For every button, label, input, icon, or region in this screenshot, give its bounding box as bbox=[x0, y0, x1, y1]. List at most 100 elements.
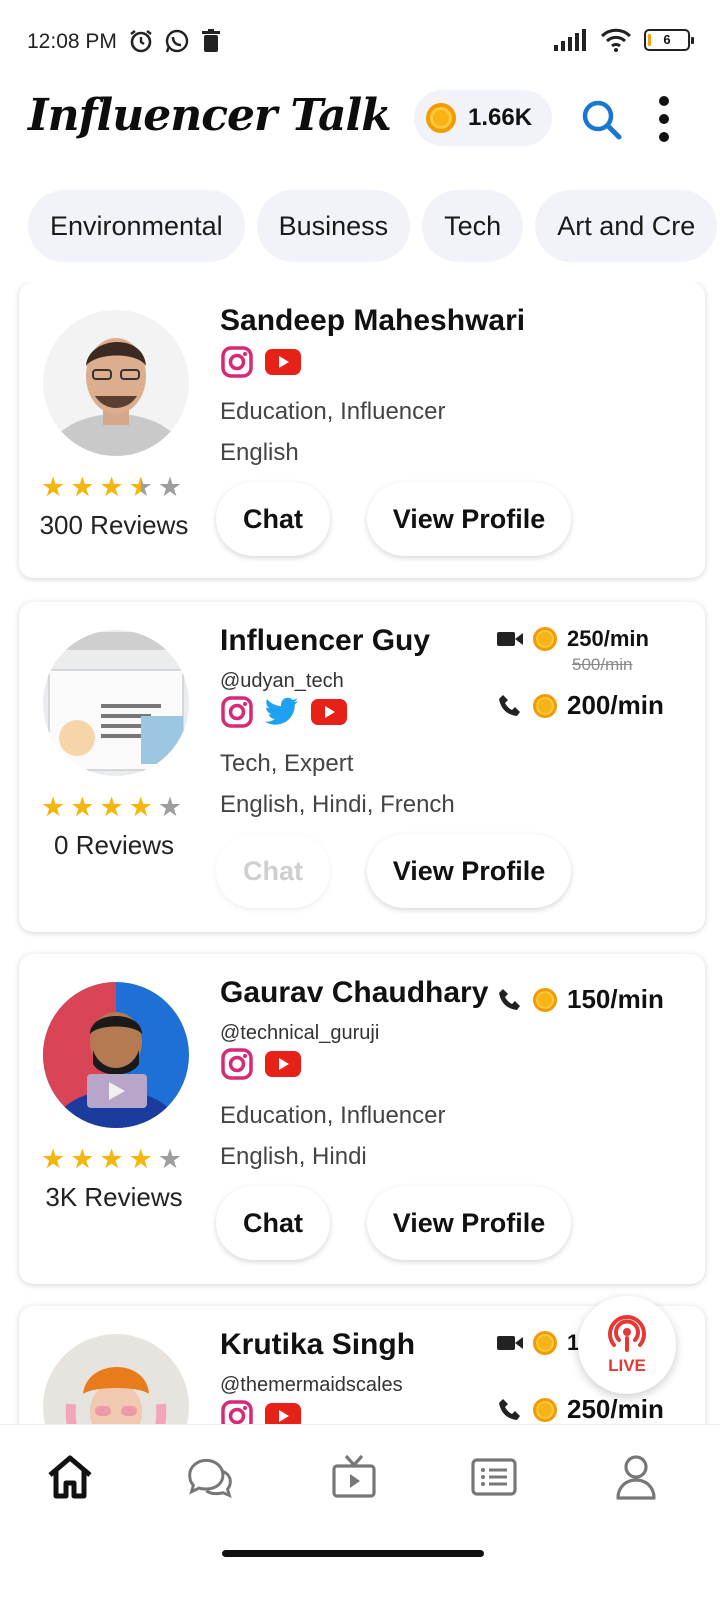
trash-icon bbox=[202, 29, 220, 52]
influencer-card: ★ ★ ★ ★ ★ 300 Reviews Sandeep Maheshwari… bbox=[19, 282, 705, 578]
phone-icon bbox=[499, 1398, 520, 1420]
empty-star-icon: ★ bbox=[157, 792, 183, 822]
home-icon[interactable] bbox=[46, 1453, 94, 1501]
chip-business[interactable]: Business bbox=[256, 190, 411, 262]
influencer-categories: Education, Influencer bbox=[220, 1102, 446, 1129]
app-title: Influencer Talk bbox=[28, 90, 392, 141]
chat-button[interactable]: Chat bbox=[216, 482, 330, 556]
rating-stars: ★ ★ ★ ★ ★ bbox=[41, 1144, 182, 1174]
category-chips: Environmental Business Tech Art and Cre bbox=[28, 190, 720, 262]
chat-icon[interactable] bbox=[186, 1453, 234, 1501]
whatsapp-icon bbox=[165, 29, 189, 53]
coin-icon bbox=[533, 693, 557, 718]
coin-balance-button[interactable]: 1.66K bbox=[414, 90, 553, 146]
live-broadcast-icon bbox=[608, 1315, 646, 1352]
video-camera-icon bbox=[497, 632, 523, 646]
profile-icon[interactable] bbox=[612, 1453, 660, 1501]
coin-icon bbox=[533, 1397, 557, 1422]
status-system-icons: 6 bbox=[554, 28, 694, 52]
influencer-name: Krutika Singh bbox=[220, 1328, 416, 1361]
influencer-name: Sandeep Maheshwari bbox=[220, 304, 526, 337]
more-menu-icon[interactable] bbox=[654, 96, 674, 142]
coin-icon bbox=[533, 987, 557, 1012]
rating-stars: ★ ★ ★ ★ ★ bbox=[41, 472, 182, 502]
instagram-icon[interactable] bbox=[221, 696, 253, 728]
star-icon: ★ bbox=[70, 1144, 95, 1174]
influencer-languages: English, Hindi bbox=[220, 1143, 367, 1170]
star-icon: ★ bbox=[41, 792, 66, 822]
coin-icon bbox=[533, 627, 557, 651]
influencer-list[interactable]: ★ ★ ★ ★ ★ 300 Reviews Sandeep Maheshwari… bbox=[0, 282, 720, 1458]
influencer-handle: @technical_guruji bbox=[220, 1022, 380, 1044]
voice-call-rate: 150/min bbox=[497, 984, 664, 1015]
chip-environmental[interactable]: Environmental bbox=[28, 190, 245, 262]
star-icon: ★ bbox=[99, 472, 124, 502]
review-count: 300 Reviews bbox=[39, 510, 189, 540]
status-time: 12:08 PM bbox=[27, 30, 117, 53]
video-old-rate: 500/min bbox=[572, 655, 633, 674]
influencer-categories: Education, Influencer bbox=[220, 398, 446, 425]
influencer-handle: @themermaidscales bbox=[220, 1374, 403, 1396]
list-icon[interactable] bbox=[470, 1453, 518, 1501]
star-icon: ★ bbox=[70, 792, 95, 822]
live-button[interactable]: LIVE bbox=[578, 1296, 676, 1394]
review-count: 0 Reviews bbox=[54, 830, 174, 860]
influencer-card: ★ ★ ★ ★ ★ 3K Reviews Gaurav Chaudhary @t… bbox=[19, 954, 705, 1284]
chat-button[interactable]: Chat bbox=[216, 834, 330, 908]
phone-icon bbox=[499, 988, 520, 1010]
search-icon[interactable] bbox=[580, 98, 622, 140]
star-icon: ★ bbox=[128, 792, 153, 822]
chip-art-and-creativity[interactable]: Art and Cre bbox=[535, 190, 718, 262]
wifi-icon bbox=[600, 28, 632, 52]
video-rate: 250/min bbox=[567, 626, 649, 651]
twitter-icon[interactable] bbox=[265, 697, 299, 727]
influencer-handle: @udyan_tech bbox=[220, 670, 344, 692]
review-count: 3K Reviews bbox=[45, 1182, 183, 1212]
signal-icon bbox=[554, 29, 586, 51]
avatar bbox=[43, 310, 189, 456]
video-camera-icon bbox=[497, 1336, 523, 1350]
influencer-card: ★ ★ ★ ★ ★ 0 Reviews Influencer Guy @udya… bbox=[19, 602, 705, 932]
tv-icon[interactable] bbox=[330, 1453, 378, 1501]
voice-call-rate: 200/min bbox=[497, 690, 664, 721]
star-icon: ★ bbox=[99, 792, 124, 822]
half-star-icon: ★ bbox=[128, 472, 153, 502]
video-call-rate: 250/min bbox=[497, 626, 649, 652]
youtube-icon[interactable] bbox=[311, 699, 347, 725]
star-icon: ★ bbox=[70, 472, 95, 502]
empty-star-icon: ★ bbox=[157, 1144, 183, 1174]
coin-icon bbox=[426, 103, 456, 133]
avatar bbox=[43, 982, 189, 1128]
social-links bbox=[221, 1048, 301, 1080]
star-icon: ★ bbox=[99, 1144, 124, 1174]
status-notification-icons bbox=[128, 28, 222, 54]
youtube-icon[interactable] bbox=[265, 349, 301, 375]
battery-icon: 6 bbox=[644, 29, 694, 51]
youtube-icon[interactable] bbox=[265, 1051, 301, 1077]
influencer-categories: Tech, Expert bbox=[220, 750, 354, 777]
influencer-languages: English bbox=[220, 439, 299, 466]
call-rate: 150/min bbox=[567, 984, 664, 1014]
voice-call-rate: 250/min bbox=[497, 1394, 664, 1425]
phone-icon bbox=[499, 694, 520, 716]
call-rate: 200/min bbox=[567, 690, 664, 720]
view-profile-button[interactable]: View Profile bbox=[367, 834, 571, 908]
view-profile-button[interactable]: View Profile bbox=[367, 482, 571, 556]
influencer-languages: English, Hindi, French bbox=[220, 791, 455, 818]
alarm-icon bbox=[130, 30, 152, 53]
star-icon: ★ bbox=[41, 1144, 66, 1174]
bottom-navigation bbox=[0, 1424, 720, 1600]
chat-button[interactable]: Chat bbox=[216, 1186, 330, 1260]
view-profile-button[interactable]: View Profile bbox=[367, 1186, 571, 1260]
coin-icon bbox=[533, 1331, 557, 1355]
instagram-icon[interactable] bbox=[221, 346, 253, 378]
empty-star-icon: ★ bbox=[157, 472, 183, 502]
instagram-icon[interactable] bbox=[221, 1048, 253, 1080]
chip-tech[interactable]: Tech bbox=[422, 190, 524, 262]
influencer-name: Influencer Guy bbox=[220, 624, 431, 657]
live-label: LIVE bbox=[608, 1356, 646, 1375]
social-links bbox=[221, 346, 301, 378]
avatar bbox=[43, 630, 189, 776]
social-links bbox=[221, 696, 347, 728]
home-indicator bbox=[222, 1550, 484, 1557]
